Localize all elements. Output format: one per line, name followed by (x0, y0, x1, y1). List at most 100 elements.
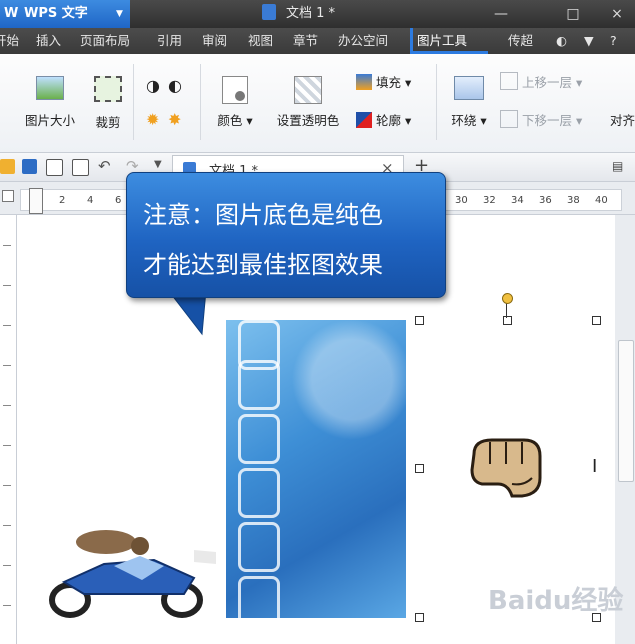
crop-button[interactable]: 裁剪 (88, 76, 128, 131)
minimize-button[interactable]: — (486, 0, 516, 28)
window-title: 文档 1 * (262, 0, 335, 28)
menu-user[interactable]: 传超 (508, 28, 533, 54)
print-icon[interactable] (46, 159, 63, 176)
vertical-ruler[interactable] (0, 215, 17, 644)
chevron-down-icon: ▾ (480, 113, 487, 128)
align-button[interactable]: 对齐 (610, 110, 635, 129)
tab-references[interactable]: 引用 (157, 28, 182, 54)
ruler-tick: 4 (87, 195, 94, 206)
resize-handle[interactable] (415, 316, 424, 325)
ruler-tick: 32 (483, 195, 496, 206)
tab-selector-icon[interactable] (2, 190, 14, 202)
tab-review[interactable]: 审阅 (202, 28, 227, 54)
open-folder-icon[interactable] (0, 159, 15, 174)
callout-line-1: 注意：图片底色是纯色 (143, 201, 383, 229)
chevron-down-icon: ▾ (576, 113, 583, 128)
fill-icon (356, 74, 372, 90)
wrap-button[interactable]: 环绕 ▾ (444, 76, 494, 129)
chevron-down-icon: ▾ (405, 113, 412, 128)
fist-image[interactable] (468, 434, 546, 500)
ruler-tick: 40 (595, 195, 608, 206)
document-icon (262, 4, 276, 20)
bring-forward-icon (500, 72, 518, 90)
picture-size-button[interactable]: 图片大小 (14, 76, 86, 129)
rotation-handle-stem (506, 302, 507, 318)
set-transparent-color-label: 设置透明色 (276, 113, 340, 128)
save-icon[interactable] (22, 159, 37, 174)
picture-size-label: 图片大小 (24, 113, 75, 128)
resize-handle[interactable] (592, 316, 601, 325)
tab-page-layout[interactable]: 页面布局 (80, 28, 130, 54)
app-menu-button[interactable]: W WPS 文字 ▼ (0, 0, 130, 28)
tab-home[interactable]: 开始 (0, 28, 19, 54)
indent-marker-icon[interactable] (29, 188, 43, 214)
window-title-text: 文档 1 * (286, 6, 336, 21)
send-backward-button[interactable]: 下移一层 ▾ (500, 110, 582, 129)
menu-bar: 开始 插入 页面布局 引用 审阅 视图 章节 办公空间 图片工具 传超 ◐ ▼ … (0, 28, 635, 54)
ribbon-separator (200, 64, 201, 140)
help-button[interactable]: ? (610, 28, 617, 54)
outline-button[interactable]: 轮廓 ▾ (356, 110, 411, 129)
brightness-down-icon[interactable]: ✸ (168, 110, 181, 129)
outline-label: 轮廓 (376, 113, 402, 128)
title-bar: W WPS 文字 ▼ 文档 1 * — □ × (0, 0, 635, 28)
send-backward-label: 下移一层 (522, 113, 573, 128)
maximize-button[interactable]: □ (558, 0, 588, 28)
wrap-icon (454, 76, 484, 100)
bring-forward-button[interactable]: 上移一层 ▾ (500, 72, 582, 91)
ruler-tick: 38 (567, 195, 580, 206)
picture-size-icon (36, 76, 64, 100)
bring-forward-label: 上移一层 (522, 75, 573, 90)
ruler-tick: 2 (59, 195, 66, 206)
app-name: WPS 文字 (24, 6, 88, 21)
chevron-down-icon: ▾ (405, 75, 412, 90)
wps-logo-icon: W (4, 6, 19, 21)
rotation-handle[interactable] (502, 293, 513, 304)
resize-handle[interactable] (415, 464, 424, 473)
tab-view[interactable]: 视图 (248, 28, 273, 54)
transparent-color-icon (294, 76, 322, 104)
undo-icon[interactable]: ↶ (98, 157, 111, 175)
set-transparent-color-button[interactable]: 设置透明色 (266, 76, 350, 129)
contrast-up-icon[interactable]: ◑ (146, 76, 160, 95)
callout-line-2: 才能达到最佳抠图效果 (143, 251, 383, 279)
ribbon-separator (133, 64, 134, 140)
print-preview-icon[interactable] (72, 159, 89, 176)
tip-callout: 注意：图片底色是纯色 才能达到最佳抠图效果 (126, 172, 446, 336)
brightness-contrast-group: ◑ ◐ ✹ ✸ (142, 76, 192, 136)
outline-icon (356, 112, 372, 128)
tab-list-icon[interactable]: ▤ (612, 159, 623, 173)
color-button[interactable]: 颜色 ▾ (210, 76, 260, 129)
tab-office-space[interactable]: 办公空间 (338, 28, 388, 54)
motorcycle-image[interactable] (44, 520, 216, 618)
tab-insert[interactable]: 插入 (36, 28, 61, 54)
blue-film-image[interactable] (226, 320, 406, 618)
customize-toolbar-icon[interactable]: ▼ (154, 159, 162, 170)
ruler-tick: 6 (115, 195, 122, 206)
chevron-down-icon: ▾ (576, 75, 583, 90)
ribbon: 图片大小 裁剪 ◑ ◐ ✹ ✸ 颜色 ▾ 设置透明色 填充 ▾ 轮廓 ▾ 环绕 … (0, 54, 635, 153)
resize-handle[interactable] (503, 316, 512, 325)
ruler-tick: 36 (539, 195, 552, 206)
wrap-label: 环绕 (451, 113, 477, 128)
tab-chapter[interactable]: 章节 (293, 28, 318, 54)
chevron-down-icon: ▼ (116, 9, 123, 19)
resize-handle[interactable] (415, 613, 424, 622)
skin-icon[interactable]: ◐ (556, 28, 567, 54)
ribbon-separator (436, 64, 437, 140)
chevron-down-icon: ▾ (246, 113, 253, 128)
text-cursor-icon: Ⅰ (592, 456, 598, 477)
callout-body: 注意：图片底色是纯色 才能达到最佳抠图效果 (126, 172, 446, 298)
fill-label: 填充 (376, 75, 402, 90)
crop-icon (94, 76, 122, 102)
close-button[interactable]: × (602, 0, 632, 28)
ruler-tick: 34 (511, 195, 524, 206)
contrast-down-icon[interactable]: ◐ (168, 76, 182, 95)
watermark-logo: Baidu经验 (488, 586, 624, 616)
shirt-icon[interactable]: ▼ (584, 28, 594, 54)
scrollbar-thumb[interactable] (618, 340, 634, 482)
brightness-up-icon[interactable]: ✹ (146, 110, 159, 129)
send-backward-icon (500, 110, 518, 128)
color-label: 颜色 (217, 113, 243, 128)
fill-button[interactable]: 填充 ▾ (356, 72, 411, 91)
